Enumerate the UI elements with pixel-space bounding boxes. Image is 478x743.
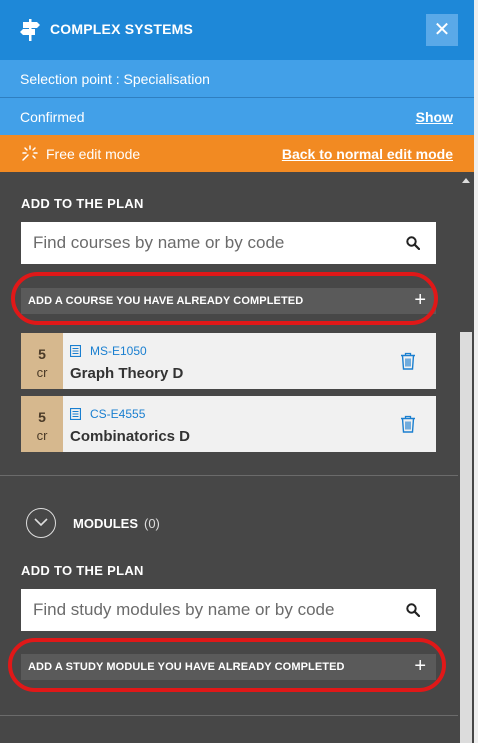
trash-icon[interactable]	[400, 415, 416, 433]
course-card[interactable]: 5 cr CS-E4555 Combinatorics D	[21, 396, 436, 452]
chevron-down-icon	[34, 518, 48, 527]
modules-count: (0)	[144, 516, 160, 531]
add-completed-module-label: ADD A STUDY MODULE YOU HAVE ALREADY COMP…	[28, 661, 345, 673]
add-completed-course-label: ADD A COURSE YOU HAVE ALREADY COMPLETED	[28, 295, 304, 307]
scrollbar[interactable]	[458, 172, 474, 743]
course-search-box[interactable]	[21, 222, 436, 264]
edit-mode-label: Free edit mode	[46, 146, 141, 162]
back-to-normal-edit-link[interactable]: Back to normal edit mode	[282, 146, 453, 162]
add-completed-course-button[interactable]: ADD A COURSE YOU HAVE ALREADY COMPLETED …	[21, 288, 436, 314]
scrollbar-thumb[interactable]	[460, 332, 472, 743]
sparkle-icon	[22, 145, 38, 161]
show-link[interactable]: Show	[416, 109, 453, 125]
selection-point-label: Selection point : Specialisation	[20, 71, 210, 87]
plus-icon: +	[414, 655, 426, 677]
search-icon[interactable]	[406, 236, 420, 250]
course-name: Combinatorics D	[70, 428, 191, 445]
status-bar: Confirmed Show	[0, 98, 474, 135]
credits-badge: 5 cr	[21, 333, 63, 389]
course-card[interactable]: 5 cr MS-E1050 Graph Theory D	[21, 333, 436, 389]
course-search-input[interactable]	[33, 222, 393, 264]
expand-button[interactable]	[26, 508, 56, 538]
close-icon: ✕	[433, 19, 451, 41]
plus-icon: +	[414, 289, 426, 311]
close-button[interactable]: ✕	[426, 14, 458, 46]
document-icon	[70, 345, 81, 357]
credits-unit: cr	[36, 428, 48, 443]
section-divider	[0, 475, 458, 476]
modules-section-title: ADD TO THE PLAN	[21, 563, 144, 578]
add-completed-module-button[interactable]: ADD A STUDY MODULE YOU HAVE ALREADY COMP…	[21, 654, 436, 680]
document-icon	[70, 408, 81, 420]
course-code-link[interactable]: MS-E1050	[90, 344, 147, 358]
course-name: Graph Theory D	[70, 365, 184, 382]
edit-mode-bar: Free edit mode Back to normal edit mode	[0, 135, 474, 172]
panel-header: COMPLEX SYSTEMS ✕	[0, 0, 474, 60]
courses-section-title: ADD TO THE PLAN	[21, 196, 144, 211]
credits-value: 5	[38, 409, 46, 425]
module-search-input[interactable]	[33, 589, 393, 631]
credits-unit: cr	[36, 365, 48, 380]
search-icon[interactable]	[406, 603, 420, 617]
scroll-up-arrow-icon[interactable]	[462, 178, 470, 183]
credits-badge: 5 cr	[21, 396, 63, 452]
course-code-link[interactable]: CS-E4555	[90, 407, 145, 421]
section-divider	[0, 715, 458, 716]
trash-icon[interactable]	[400, 352, 416, 370]
modules-label: MODULES	[73, 516, 138, 531]
status-label: Confirmed	[20, 109, 85, 125]
window-edge	[474, 0, 478, 743]
signpost-icon	[20, 19, 40, 41]
panel-title: COMPLEX SYSTEMS	[50, 21, 194, 37]
credits-value: 5	[38, 346, 46, 362]
module-search-box[interactable]	[21, 589, 436, 631]
selection-point-bar: Selection point : Specialisation	[0, 60, 474, 98]
